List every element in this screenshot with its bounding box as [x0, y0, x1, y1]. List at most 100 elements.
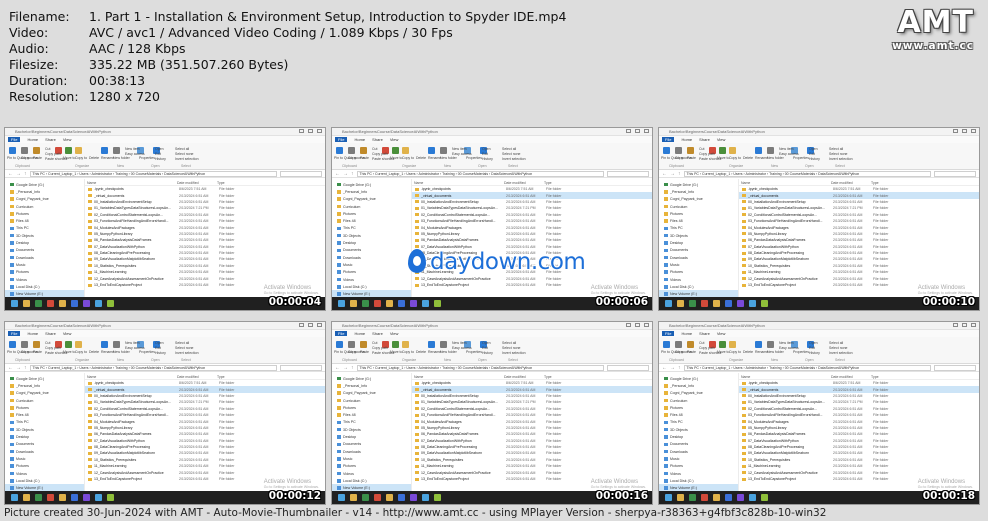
ribbon-tab: Home [27, 137, 39, 142]
metadata-key: Video: [9, 25, 49, 40]
file-date: 2/13/2024 6:51 AM [506, 387, 536, 392]
ribbon-label: New item [452, 341, 467, 345]
activate-windows-notice: Activate Windows Go to Settings to activa… [591, 479, 646, 489]
nav-item: 3D Objects [332, 232, 411, 239]
nav-item-icon [337, 391, 341, 395]
address-path: This PC › Current_Laptop_1 › Users › Adm… [356, 364, 604, 371]
taskbar-app-icon [47, 494, 54, 501]
nav-item-icon [10, 233, 14, 238]
metadata-key: Filesize: [9, 57, 59, 72]
ribbon-label: Cut [372, 147, 378, 151]
nav-item: 3D Objects [332, 426, 411, 433]
file-date: 2/13/2024 6:51 AM [833, 199, 863, 204]
video-thumbnail: Bachelor/BeginnersCourse/DataScienceAIWi… [658, 321, 980, 505]
ribbon-label: Select none [829, 152, 848, 156]
taskbar-app-icon [95, 300, 102, 307]
file-type: File folder [546, 400, 562, 405]
file-type: File folder [219, 400, 235, 405]
taskbar-app-icon [434, 300, 441, 307]
ribbon-label: Move to [390, 350, 403, 354]
nav-item: Music [332, 455, 411, 462]
back-arrow-icon: ← [335, 170, 340, 177]
close-icon [644, 129, 649, 133]
nav-item-label: Documents [343, 248, 362, 253]
nav-item-label: Videos [670, 277, 681, 282]
file-name: 07_DataVisualizationWithPython [748, 438, 799, 443]
metadata-value: 00:38:13 [89, 73, 146, 88]
metadata-key: Resolution: [9, 89, 79, 104]
file-name: .ipynb_checkpoints [94, 187, 124, 192]
ribbon-label: New item [125, 341, 140, 345]
file-date: 2/13/2024 6:51 AM [506, 225, 536, 230]
video-thumbnail: Bachelor/BeginnersCourse/DataScienceAIWi… [4, 321, 326, 505]
nav-item-label: Desktop [343, 435, 357, 440]
file-list: Name Date modified Type .ipynb_checkpoints 8… [412, 179, 652, 297]
folder-icon [742, 200, 746, 204]
nav-item-icon [10, 241, 14, 245]
folder-icon [88, 458, 92, 462]
file-name: 02_ConditionalControlStatementsLoopsAn..… [421, 212, 491, 217]
folder-icon [415, 194, 419, 198]
ribbon-label: Copy [675, 350, 684, 354]
file-name: 04_ModulesAndPackages [421, 419, 462, 424]
nav-item-icon [664, 449, 668, 454]
nav-item: This PC [332, 225, 411, 232]
folder-icon [88, 283, 92, 287]
nav-item-icon [10, 464, 14, 468]
ribbon-group-label: Open [151, 358, 160, 362]
file-name: .ipynb_checkpoints [94, 381, 124, 386]
ribbon-label: Edit [155, 346, 162, 350]
maximize-icon [962, 129, 967, 133]
window-title: Bachelor/BeginnersCourse/DataScienceAIWi… [15, 323, 111, 328]
file-type: File folder [546, 231, 562, 236]
ribbon-tab: Home [681, 137, 693, 142]
file-date: 2/13/2024 6:51 AM [506, 193, 536, 198]
file-type: File folder [219, 206, 235, 211]
file-date: 2/13/2024 6:51 AM [506, 425, 536, 430]
file-type: File folder [546, 413, 562, 418]
folder-icon [742, 187, 746, 191]
file-name: 12_CaseAnalysisAndAssessmentOnPractice [748, 276, 818, 281]
file-type: File folder [219, 199, 235, 204]
folder-icon [88, 439, 92, 443]
file-type: File folder [873, 276, 889, 281]
file-type: File folder [546, 419, 562, 424]
file-type: File folder [546, 276, 562, 281]
ribbon: Pin to Quick access Copy Paste Cut Copy path… [5, 143, 325, 170]
nav-item-label: Cogni_Paypark_true [670, 197, 703, 202]
file-name: 12_CaseAnalysisAndAssessmentOnPractice [94, 276, 164, 281]
ribbon-label: Copy [348, 350, 357, 354]
watermark: daydown.com [406, 248, 586, 276]
window-controls [299, 129, 322, 133]
ribbon-label: History [482, 157, 493, 161]
file-name: 10_Statistics_Prerequisites [94, 263, 137, 268]
file-type: File folder [546, 393, 562, 398]
file-date: 2/13/2024 6:51 AM [833, 244, 863, 249]
nav-item: Documents [332, 441, 411, 448]
back-arrow-icon: ← [8, 364, 13, 371]
ribbon-icon [392, 147, 399, 154]
ribbon-tab: View [62, 331, 72, 336]
file-date: 2/13/2024 6:51 AM [179, 457, 209, 462]
file-name: 04_ModulesAndPackages [421, 225, 462, 230]
watermark-logo-icon [406, 249, 428, 275]
folder-icon [88, 477, 92, 481]
file-type: File folder [873, 206, 889, 211]
ribbon-tab: File [335, 331, 348, 336]
file-name: 00_InstallationAndEnvironmentSetup [94, 393, 152, 398]
nav-item: Curriculum [5, 397, 84, 404]
nav-item-icon [664, 277, 668, 282]
nav-item-icon [10, 182, 14, 187]
file-date: 2/13/2024 6:51 AM [506, 470, 536, 475]
window-controls [299, 323, 322, 327]
metadata-row: Filesize: 335.22 MB (351.507.260 Bytes) [9, 57, 566, 73]
taskbar-app-icon [689, 300, 696, 307]
nav-item: Pictures [659, 210, 738, 217]
column-header: Type [544, 180, 552, 185]
nav-item-label: New Volume (E:) [16, 292, 43, 297]
nav-item: Local Disk (C:) [332, 283, 411, 290]
nav-item-icon [10, 190, 14, 194]
address-path: This PC › Current_Laptop_1 › Users › Adm… [356, 170, 604, 177]
metadata-row: Audio: AAC / 128 Kbps [9, 41, 566, 57]
file-type: File folder [873, 381, 889, 386]
